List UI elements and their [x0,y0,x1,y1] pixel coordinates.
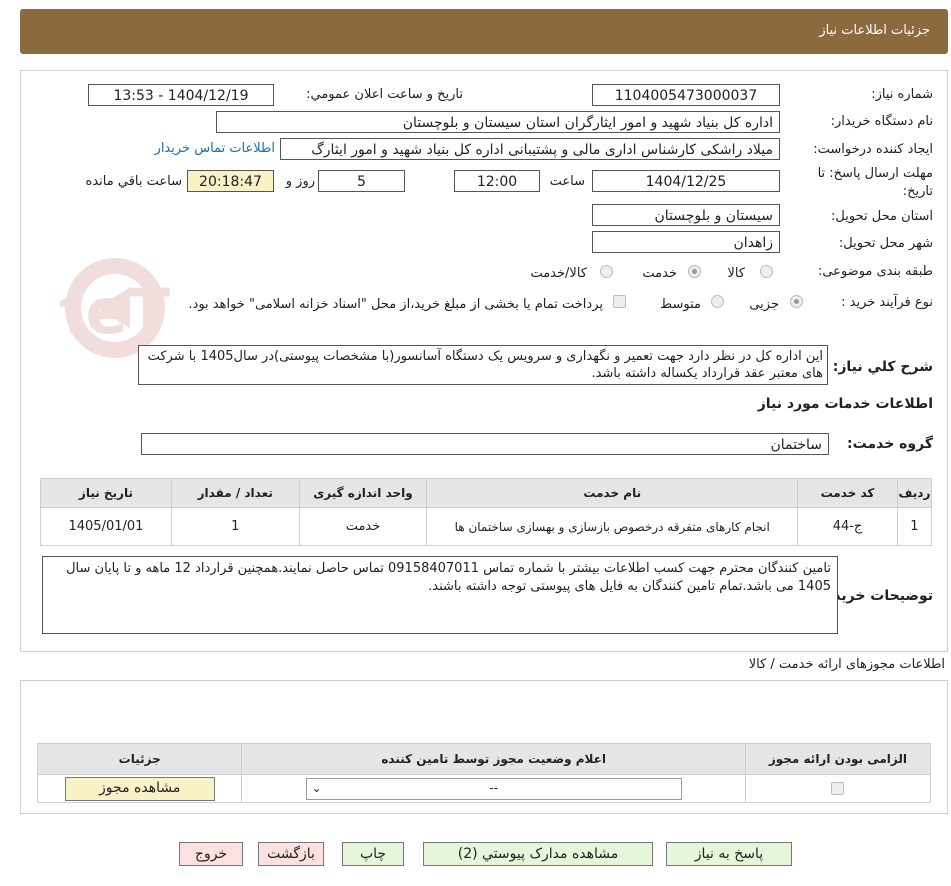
services-section-title: اطلاعات خدمات مورد نیاز [757,396,933,412]
service-group-label: گروه خدمت: [847,436,933,452]
announce-label: تاریخ و ساعت اعلان عمومي: [306,87,463,102]
category-option-goods-service: کالا/خدمت [530,266,587,281]
permit-required-checkbox [831,782,845,795]
process-radio-minor[interactable] [790,295,803,308]
cell-unit: خدمت [298,507,428,546]
need-number-value: 1104005473000037 [592,84,780,106]
process-radio-medium[interactable] [711,295,724,308]
reply-button[interactable]: پاسخ به نیاز [666,842,792,866]
need-number-label: شماره نیاز: [871,87,933,102]
col-permit-required: الزامی بودن ارائه مجوز [744,743,932,775]
page-header: جزئیات اطلاعات نیاز [20,9,948,54]
process-option-medium: متوسط [660,297,701,312]
category-radio-service[interactable] [688,265,701,278]
permit-required-cell [744,774,932,803]
buyer-notes-text: تامین کنندگان محترم جهت کسب اطلاعات بیشت… [42,556,838,634]
permits-table: الزامی بودن ارائه مجوز اعلام وضعیت مجوز … [36,743,932,803]
col-unit: واحد اندازه گیری [298,478,428,508]
chevron-down-icon: ⌄ [311,780,322,795]
category-radio-goods[interactable] [760,265,773,278]
category-option-goods: کالا [727,266,745,281]
description-text: این اداره کل در نظر دارد جهت تعمیر و نگه… [138,345,828,385]
city-label: شهر محل تحویل: [838,236,933,251]
cell-service-code: ج-44 [797,507,898,546]
treasury-checkbox[interactable] [613,295,626,308]
services-table: ردیف کد خدمت نام خدمت واحد اندازه گیری ت… [40,478,933,546]
category-option-service: خدمت [642,266,677,281]
remaining-label: ساعت باقي مانده [85,174,182,189]
permit-status-value: -- [489,780,498,795]
col-service-name: نام خدمت [426,478,799,508]
creator-value: میلاد راشکی کارشناس اداری مالی و پشتیبان… [280,138,780,160]
deadline-label-date: تاریخ: [902,184,933,199]
col-permit-details: جزئیات [36,743,243,775]
deadline-time-label: ساعت [549,174,585,189]
page-title: جزئیات اطلاعات نیاز [819,23,930,38]
city-value: زاهدان [592,231,780,253]
deadline-time: 12:00 [454,170,540,192]
category-label: طبقه بندی موضوعی: [817,264,933,279]
deadline-date: 1404/12/25 [592,170,780,192]
process-label: نوع فرآیند خرید : [841,295,933,310]
deadline-label: مهلت ارسال پاسخ: تا [817,166,933,181]
exit-button[interactable]: خروج [179,842,243,866]
permit-status-select[interactable]: -- ⌄ [305,777,682,800]
view-permit-button[interactable]: مشاهده مجوز [64,776,215,801]
buyer-contact-link[interactable]: اطلاعات تماس خریدار [155,141,275,156]
col-row: ردیف [896,478,933,508]
province-value: سیستان و بلوچستان [592,204,780,226]
back-button[interactable]: بازگشت [258,842,324,866]
buyer-value: اداره کل بنیاد شهید و امور ایثارگران است… [216,111,780,133]
province-label: استان محل تحویل: [831,209,933,224]
col-quantity: تعداد / مقدار [170,478,300,508]
col-permit-status: اعلام وضعیت مجوز توسط تامین کننده [241,743,746,775]
remaining-time: 20:18:47 [187,170,274,192]
watermark-text: AriaTender.neT [60,275,170,348]
col-need-date: تاریخ نیاز [40,478,172,508]
creator-label: ایجاد کننده درخواست: [813,142,933,157]
description-label: شرح کلي نیاز: [832,359,933,375]
table-row: -- ⌄ مشاهده مجوز [36,774,932,803]
table-row: 1 ج-44 انجام کارهای متفرقه درخصوص بازساز… [40,507,933,546]
remaining-days: 5 [318,170,405,192]
permits-section-title: اطلاعات مجوزهای ارائه خدمت / کالا [748,657,945,672]
permit-details-cell: مشاهده مجوز [36,774,243,803]
process-option-minor: جزیی [749,297,779,312]
col-service-code: کد خدمت [797,478,898,508]
cell-need-date: 1405/01/01 [40,507,172,546]
treasury-payment-text: پرداخت تمام یا بخشی از مبلغ خرید،از محل … [188,297,603,312]
category-radio-goods-service[interactable] [600,265,613,278]
service-group-value: ساختمان [141,433,829,455]
view-attachments-button[interactable]: مشاهده مدارک پیوستي (2) [423,842,653,866]
print-button[interactable]: چاپ [342,842,404,866]
days-label: روز و [285,174,315,189]
cell-row: 1 [896,507,933,546]
permit-status-cell: -- ⌄ [241,774,746,803]
cell-service-name: انجام کارهای متفرقه درخصوص بازسازی و بهس… [426,507,799,546]
announce-value: 1404/12/19 - 13:53 [88,84,274,106]
cell-quantity: 1 [170,507,300,546]
buyer-label: نام دستگاه خریدار: [830,114,933,129]
